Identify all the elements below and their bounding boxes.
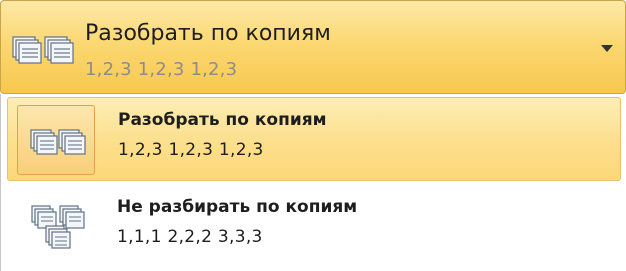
- collated-pages-icon: [11, 29, 81, 69]
- uncollated-pages-icon: [30, 200, 90, 254]
- option-icon-box: [17, 105, 95, 175]
- selected-option-title: Разобрать по копиям: [85, 21, 331, 46]
- collation-options-list: Разобрать по копиям 1,2,3 1,2,3 1,2,3 Не…: [0, 94, 626, 271]
- collation-combobox[interactable]: Разобрать по копиям 1,2,3 1,2,3 1,2,3: [0, 0, 626, 94]
- option-icon-box: [16, 192, 94, 262]
- chevron-down-icon[interactable]: [601, 45, 613, 52]
- option-label: Не разбирать по копиям: [117, 197, 358, 217]
- option-label: Разобрать по копиям: [118, 110, 327, 130]
- option-uncollated[interactable]: Не разбирать по копиям 1,1,1 2,2,2 3,3,3: [7, 185, 621, 269]
- option-description: 1,1,1 2,2,2 3,3,3: [117, 227, 263, 247]
- collated-pages-icon: [30, 126, 86, 162]
- selected-option-subtitle: 1,2,3 1,2,3 1,2,3: [85, 59, 238, 80]
- collation-dropdown: Разобрать по копиям 1,2,3 1,2,3 1,2,3 Ра…: [0, 0, 626, 271]
- option-collated[interactable]: Разобрать по копиям 1,2,3 1,2,3 1,2,3: [7, 97, 621, 181]
- option-description: 1,2,3 1,2,3 1,2,3: [118, 140, 264, 160]
